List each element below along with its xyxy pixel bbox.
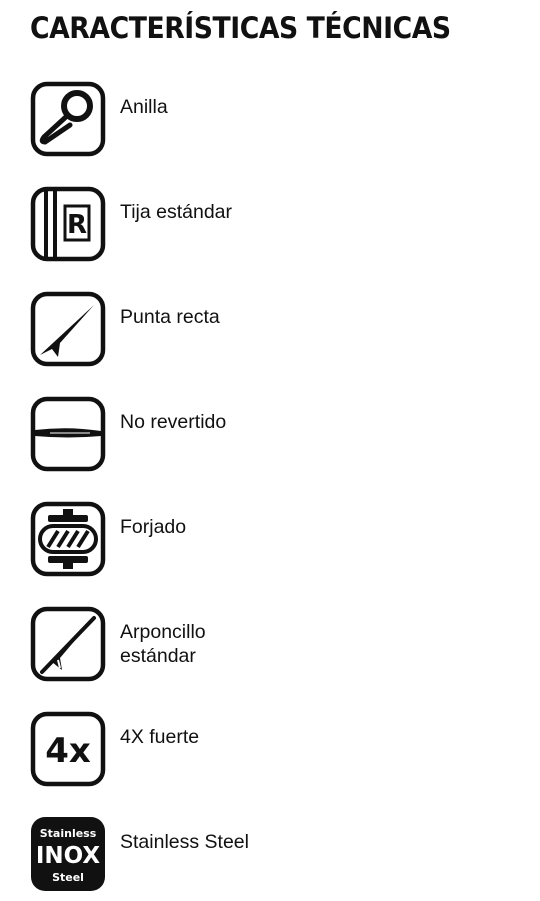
feature-label: Anilla (120, 96, 168, 118)
feature-item-arponcillo-estandar: Arponcillo estándar (30, 606, 510, 682)
forged-icon (30, 501, 106, 577)
feature-label: Tija estándar (120, 201, 233, 223)
feature-label: No revertido (120, 411, 227, 433)
standard-shank-icon: R (30, 186, 106, 262)
svg-text:4x: 4x (45, 731, 91, 771)
feature-item-no-revertido: No revertido (30, 396, 510, 472)
4x-strong-icon: 4x (30, 711, 106, 787)
feature-item-4x-fuerte: 4x 4X fuerte (30, 711, 510, 787)
eye-ring-icon (30, 81, 106, 157)
standard-barb-icon (30, 606, 106, 682)
badge-middle-text: INOX (36, 843, 101, 869)
feature-label: 4X fuerte (120, 726, 200, 748)
feature-item-anilla: Anilla (30, 81, 510, 157)
not-reversed-icon (30, 396, 106, 472)
badge-top-text: Stainless (40, 827, 97, 840)
feature-label: Arponcillo estándar (120, 621, 206, 667)
badge-bottom-text: Steel (52, 871, 84, 884)
stainless-steel-icon: Stainless INOX Steel (30, 816, 106, 892)
feature-item-punta-recta: Punta recta (30, 291, 510, 367)
feature-item-tija-estandar: R Tija estándar (30, 186, 510, 262)
feature-item-stainless-steel: Stainless INOX Steel Stainless Steel (30, 816, 510, 892)
feature-item-forjado: Forjado (30, 501, 510, 577)
feature-label: Forjado (120, 516, 187, 538)
feature-label: Punta recta (120, 306, 220, 328)
feature-label: Stainless Steel (120, 831, 249, 853)
section-title: CARACTERÍSTICAS TÉCNICAS (30, 11, 451, 45)
straight-point-icon (30, 291, 106, 367)
svg-text:R: R (67, 210, 87, 240)
